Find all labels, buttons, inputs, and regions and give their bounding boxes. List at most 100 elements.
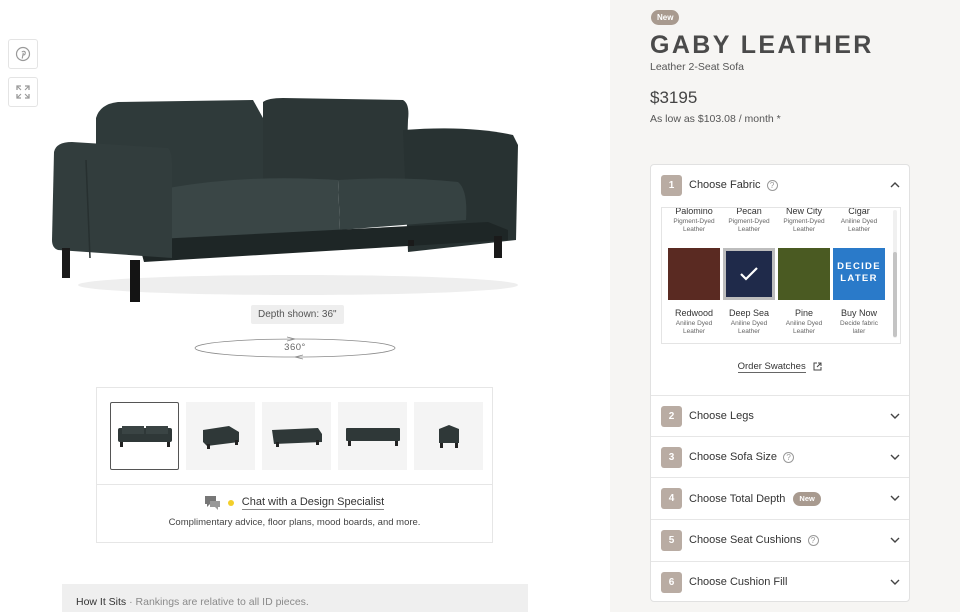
help-icon[interactable]: ?: [807, 534, 819, 546]
sofa-side-thumbnail: [438, 425, 459, 448]
fabric-name: Buy Now: [840, 308, 877, 318]
step-number: 6: [661, 572, 682, 593]
fabric-desc: Leather: [682, 328, 706, 335]
external-link-icon: [813, 362, 822, 371]
chat-design-specialist-link[interactable]: Chat with a Design Specialist: [241, 496, 385, 510]
step-label: Choose Cushion Fill: [689, 576, 788, 588]
sofa-side-angle-thumbnail: [271, 428, 322, 447]
new-badge: New: [651, 10, 680, 25]
order-swatches-row: Order Swatches: [651, 361, 909, 373]
fabric-desc: Leather: [792, 226, 816, 233]
step-number: 2: [661, 406, 682, 427]
step-label: Choose Seat Cushions: [689, 534, 802, 546]
fabric-name: Redwood: [674, 308, 714, 318]
product-subtitle: Leather 2-Seat Sofa: [650, 61, 744, 73]
thumbnail-front[interactable]: [110, 402, 179, 470]
step-choose-fabric[interactable]: 1 Choose Fabric?: [651, 165, 909, 206]
decide-later-text: DECIDE: [837, 261, 881, 272]
fabric-option-palomino[interactable]: Palomino Pigment-Dyed Leather: [668, 207, 720, 234]
step-choose-sofa-size[interactable]: 3 Choose Sofa Size?: [651, 436, 909, 477]
step-number: 5: [661, 530, 682, 551]
fabric-label-redwood: Redwood Aniline Dyed Leather: [668, 308, 720, 336]
step-label: Choose Sofa Size: [689, 451, 778, 463]
chevron-down-icon[interactable]: [889, 492, 901, 504]
fabric-desc: Aniline Dyed: [730, 320, 768, 327]
step-number: 4: [661, 488, 682, 509]
decide-later-text: LATER: [840, 273, 878, 284]
thumbnail-back[interactable]: [338, 402, 407, 470]
fabric-option-cigar[interactable]: Cigar Aniline Dyed Leather: [833, 207, 885, 234]
fabric-name: Palomino: [675, 207, 713, 216]
step-label: Choose Legs: [689, 410, 754, 422]
fabric-name: New City: [785, 207, 822, 216]
expand-icon: [16, 85, 30, 99]
fabric-label-buy-now: Buy Now Decide fabric later: [833, 308, 885, 336]
sofa-front-thumbnail: [117, 426, 172, 447]
thumbnail-side[interactable]: [414, 402, 483, 470]
fabric-name: Pine: [794, 308, 813, 318]
fabric-desc: later: [852, 328, 866, 335]
step-choose-total-depth[interactable]: 4 Choose Total Depth New: [651, 477, 909, 518]
product-config-pane: New GABY LEATHER Leather 2-Seat Sofa $31…: [610, 0, 960, 612]
sofa-back-thumbnail: [345, 428, 400, 446]
fabric-label-pine: Pine Aniline Dyed Leather: [778, 308, 830, 336]
step-label: Choose Total Depth: [689, 492, 786, 505]
swatch-decide-later[interactable]: DECIDE LATER: [833, 248, 885, 300]
fabric-scrollbar-thumb[interactable]: [893, 252, 897, 337]
fabric-desc: Leather: [682, 226, 706, 233]
checkmark-icon: [740, 267, 758, 281]
order-swatches-link[interactable]: Order Swatches: [737, 361, 806, 373]
fabric-label-deep-sea: Deep Sea Aniline Dyed Leather: [723, 308, 775, 336]
fullscreen-button[interactable]: [8, 77, 38, 107]
fabric-desc: Leather: [847, 226, 871, 233]
fabric-desc: Leather: [792, 328, 816, 335]
fabric-name: Cigar: [848, 207, 870, 216]
rotate-label: 360°: [284, 342, 306, 353]
product-price: $3195: [650, 88, 698, 107]
step-number: 1: [661, 175, 682, 196]
help-icon[interactable]: ?: [783, 451, 795, 463]
chevron-down-icon[interactable]: [889, 410, 901, 422]
chat-bubble-icon: [204, 496, 220, 510]
swatch-pine[interactable]: [778, 248, 830, 300]
fabric-desc: Aniline Dyed: [785, 320, 823, 327]
fabric-picker: Palomino Pigment-Dyed Leather Pecan Pigm…: [661, 207, 901, 344]
chat-row: Chat with a Design Specialist: [97, 496, 492, 510]
fabric-desc: Decide fabric: [840, 320, 878, 327]
fabric-desc: Aniline Dyed: [840, 218, 878, 225]
step-label: Choose Fabric: [689, 179, 761, 191]
chevron-down-icon[interactable]: [889, 451, 901, 463]
chevron-down-icon[interactable]: [889, 576, 901, 588]
step-choose-cushion-fill[interactable]: 6 Choose Cushion Fill: [651, 561, 909, 601]
step-choose-seat-cushions[interactable]: 5 Choose Seat Cushions?: [651, 519, 909, 560]
fabric-desc: Pigment-Dyed: [673, 218, 715, 225]
how-it-sits-panel[interactable]: How It Sits · Rankings are relative to a…: [62, 584, 528, 612]
fabric-scrollbar[interactable]: [893, 210, 897, 338]
fabric-name: Deep Sea: [728, 308, 770, 318]
rotate-360-control[interactable]: 360°: [192, 334, 398, 362]
swatch-redwood[interactable]: [668, 248, 720, 300]
sofa-main-image: [52, 98, 518, 302]
fabric-desc: Pigment-Dyed: [728, 218, 770, 225]
depth-shown-label: Depth shown: 36": [251, 305, 344, 324]
swatch-deep-sea[interactable]: [723, 248, 775, 300]
pinterest-button[interactable]: [8, 39, 38, 69]
gallery-divider: [97, 484, 492, 485]
fabric-option-pecan[interactable]: Pecan Pigment-Dyed Leather: [723, 207, 775, 234]
new-badge: New: [793, 492, 821, 506]
how-it-sits-title: How It Sits: [76, 596, 127, 608]
step-number: 3: [661, 447, 682, 468]
chevron-down-icon[interactable]: [889, 534, 901, 546]
configurator-panel: 1 Choose Fabric? Palomino Pigment-Dyed L…: [650, 164, 910, 602]
fabric-option-new-city[interactable]: New City Pigment-Dyed Leather: [778, 207, 830, 234]
step-choose-legs[interactable]: 2 Choose Legs: [651, 395, 909, 436]
fabric-desc: Leather: [737, 226, 761, 233]
fabric-desc: Leather: [737, 328, 761, 335]
thumbnail-angle[interactable]: [186, 402, 255, 470]
thumbnail-strip: [110, 402, 483, 470]
fabric-name: Pecan: [736, 207, 762, 216]
help-icon[interactable]: ?: [766, 179, 778, 191]
thumbnail-side-angle[interactable]: [262, 402, 331, 470]
chevron-up-icon[interactable]: [889, 179, 901, 191]
finance-text: As low as $103.08 / month *: [650, 113, 781, 125]
